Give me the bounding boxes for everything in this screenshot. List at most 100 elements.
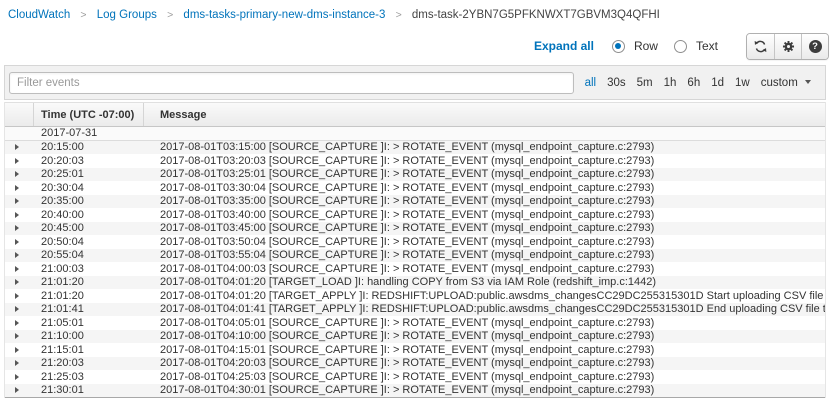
expand-arrow-cell[interactable] <box>5 198 34 205</box>
help-button[interactable]: ? <box>801 33 828 59</box>
breadcrumb-log-group[interactable]: dms-tasks-primary-new-dms-instance-3 <box>183 9 385 21</box>
expand-arrow-cell[interactable] <box>5 238 34 245</box>
triangle-right-icon <box>15 252 19 259</box>
table-row[interactable]: 20:25:01 2017-08-01T03:25:01 [SOURCE_CAP… <box>5 167 825 181</box>
breadcrumb-separator: > <box>167 9 174 21</box>
row-message: 2017-08-01T04:15:01 [SOURCE_CAPTURE ]I: … <box>160 343 655 356</box>
row-time: 20:15:00 <box>41 141 84 154</box>
breadcrumb-cloudwatch[interactable]: CloudWatch <box>8 9 70 21</box>
expand-arrow-cell[interactable] <box>5 252 34 259</box>
expand-arrow-cell[interactable] <box>5 292 34 299</box>
expand-arrow-cell[interactable] <box>5 279 34 286</box>
expand-arrow-cell[interactable] <box>5 333 34 340</box>
row-message: 2017-08-01T04:00:03 [SOURCE_CAPTURE ]I: … <box>160 262 655 275</box>
time-range-links: all 30s 5m 1h 6h 1d 1w custom <box>574 77 811 89</box>
table-row[interactable]: 21:01:20 2017-08-01T04:01:20 [TARGET_LOA… <box>5 275 825 289</box>
table-row[interactable]: 21:30:01 2017-08-01T04:30:01 [SOURCE_CAP… <box>5 383 825 397</box>
row-message: 2017-08-01T04:25:03 [SOURCE_CAPTURE ]I: … <box>160 370 655 383</box>
expand-column-header <box>5 103 34 126</box>
table-row[interactable]: 20:15:00 2017-08-01T03:15:00 [SOURCE_CAP… <box>5 140 825 154</box>
triangle-right-icon <box>15 144 19 151</box>
table-row[interactable]: 21:10:00 2017-08-01T04:10:00 [SOURCE_CAP… <box>5 329 825 343</box>
row-time: 21:00:03 <box>41 262 84 275</box>
table-row[interactable]: 21:25:03 2017-08-01T04:25:03 [SOURCE_CAP… <box>5 370 825 384</box>
row-message: 2017-08-01T04:20:03 [SOURCE_CAPTURE ]I: … <box>160 357 655 370</box>
expand-arrow-cell[interactable] <box>5 306 34 313</box>
range-custom[interactable]: custom <box>761 77 811 89</box>
filter-bar: all 30s 5m 1h 6h 1d 1w custom <box>4 65 826 100</box>
triangle-right-icon <box>15 346 19 353</box>
table-row[interactable]: 21:15:01 2017-08-01T04:15:01 [SOURCE_CAP… <box>5 343 825 357</box>
row-time: 21:05:01 <box>41 316 84 329</box>
row-message: 2017-08-01T03:15:00 [SOURCE_CAPTURE ]I: … <box>160 141 655 154</box>
table-row[interactable]: 21:00:03 2017-08-01T04:00:03 [SOURCE_CAP… <box>5 262 825 276</box>
expand-arrow-cell[interactable] <box>5 211 34 218</box>
table-row[interactable]: 20:30:04 2017-08-01T03:30:04 [SOURCE_CAP… <box>5 181 825 195</box>
table-row[interactable]: 21:20:03 2017-08-01T04:20:03 [SOURCE_CAP… <box>5 356 825 370</box>
log-rows: 20:15:00 2017-08-01T03:15:00 [SOURCE_CAP… <box>5 140 825 397</box>
table-header: Time (UTC -07:00) Message <box>5 102 825 127</box>
breadcrumb-log-groups[interactable]: Log Groups <box>97 9 157 21</box>
triangle-right-icon <box>15 279 19 286</box>
date-separator-label: 2017-07-31 <box>41 127 98 140</box>
triangle-right-icon <box>15 157 19 164</box>
row-time: 20:55:04 <box>41 249 84 262</box>
table-row[interactable]: 20:55:04 2017-08-01T03:55:04 [SOURCE_CAP… <box>5 248 825 262</box>
range-1w[interactable]: 1w <box>735 77 750 89</box>
expand-arrow-cell[interactable] <box>5 319 34 326</box>
breadcrumb-separator: > <box>395 9 402 21</box>
expand-arrow-cell[interactable] <box>5 157 34 164</box>
time-column-header: Time (UTC -07:00) <box>34 103 144 126</box>
view-mode-text-label: Text <box>695 39 718 53</box>
chevron-down-icon <box>805 80 811 85</box>
row-time: 21:01:20 <box>41 289 84 302</box>
row-time: 21:10:00 <box>41 330 84 343</box>
table-row[interactable]: 21:01:41 2017-08-01T04:01:41 [TARGET_APP… <box>5 302 825 316</box>
triangle-right-icon <box>15 292 19 299</box>
row-message: 2017-08-01T03:35:00 [SOURCE_CAPTURE ]I: … <box>160 195 655 208</box>
expand-arrow-cell[interactable] <box>5 373 34 380</box>
table-bottom-border <box>5 397 825 398</box>
view-mode-row[interactable]: Row <box>611 39 658 53</box>
view-mode-text[interactable]: Text <box>673 39 718 53</box>
expand-arrow-cell[interactable] <box>5 225 34 232</box>
message-column-header: Message <box>160 108 207 121</box>
triangle-right-icon <box>15 265 19 272</box>
expand-arrow-cell[interactable] <box>5 184 34 191</box>
table-row[interactable]: 21:01:20 2017-08-01T04:01:20 [TARGET_APP… <box>5 289 825 303</box>
row-time: 21:20:03 <box>41 357 84 370</box>
expand-arrow-cell[interactable] <box>5 360 34 367</box>
settings-button[interactable] <box>774 33 801 59</box>
range-6h[interactable]: 6h <box>687 77 700 89</box>
row-message: 2017-08-01T04:30:01 [SOURCE_CAPTURE ]I: … <box>160 384 655 397</box>
range-30s[interactable]: 30s <box>607 77 626 89</box>
range-all[interactable]: all <box>585 77 597 89</box>
expand-arrow-cell[interactable] <box>5 387 34 394</box>
table-row[interactable]: 20:40:00 2017-08-01T03:40:00 [SOURCE_CAP… <box>5 208 825 222</box>
breadcrumb: CloudWatch > Log Groups > dms-tasks-prim… <box>0 0 830 30</box>
table-row[interactable]: 20:50:04 2017-08-01T03:50:04 [SOURCE_CAP… <box>5 235 825 249</box>
expand-arrow-cell[interactable] <box>5 171 34 178</box>
row-time: 20:45:00 <box>41 222 84 235</box>
expand-arrow-cell[interactable] <box>5 346 34 353</box>
row-time: 20:20:03 <box>41 154 84 167</box>
table-row[interactable]: 20:35:00 2017-08-01T03:35:00 [SOURCE_CAP… <box>5 194 825 208</box>
table-row[interactable]: 20:20:03 2017-08-01T03:20:03 [SOURCE_CAP… <box>5 154 825 168</box>
expand-arrow-cell[interactable] <box>5 265 34 272</box>
row-message: 2017-08-01T03:40:00 [SOURCE_CAPTURE ]I: … <box>160 208 655 221</box>
row-message: 2017-08-01T04:05:01 [SOURCE_CAPTURE ]I: … <box>160 316 655 329</box>
radio-selected-icon <box>611 39 625 53</box>
row-time: 20:25:01 <box>41 168 84 181</box>
table-row[interactable]: 21:05:01 2017-08-01T04:05:01 [SOURCE_CAP… <box>5 316 825 330</box>
filter-events-input[interactable] <box>9 71 574 94</box>
range-1h[interactable]: 1h <box>664 77 677 89</box>
range-5m[interactable]: 5m <box>637 77 653 89</box>
table-row[interactable]: 20:45:00 2017-08-01T03:45:00 [SOURCE_CAP… <box>5 221 825 235</box>
expand-all-link[interactable]: Expand all <box>534 39 594 53</box>
row-message: 2017-08-01T03:50:04 [SOURCE_CAPTURE ]I: … <box>160 235 655 248</box>
row-message: 2017-08-01T04:01:41 [TARGET_APPLY ]I: RE… <box>160 303 825 316</box>
range-1d[interactable]: 1d <box>711 77 724 89</box>
refresh-button[interactable] <box>747 33 774 59</box>
expand-arrow-cell[interactable] <box>5 144 34 151</box>
toolbar: Expand all Row Text ? <box>0 30 830 62</box>
